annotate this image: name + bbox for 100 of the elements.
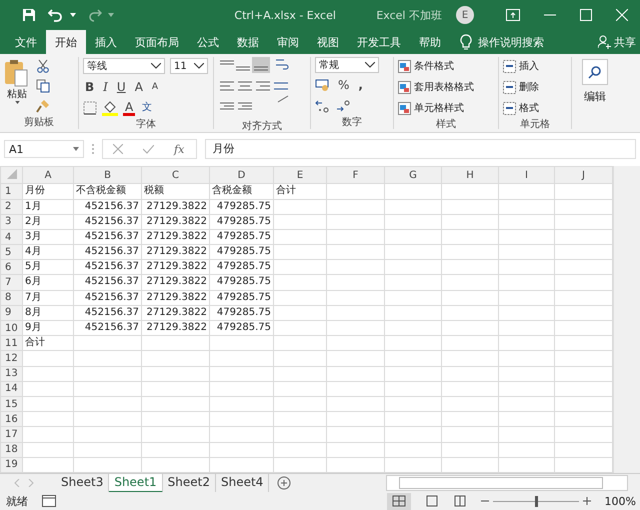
ribbon-display-icon[interactable]: [506, 9, 520, 21]
row-header[interactable]: 12: [0, 350, 22, 366]
share-button[interactable]: 共享: [598, 30, 640, 54]
fill-color-icon[interactable]: [102, 100, 118, 116]
caret-icon[interactable]: [108, 13, 114, 17]
ribbon-tab[interactable]: 视图: [308, 30, 348, 54]
ribbon-tab[interactable]: 开发工具: [348, 30, 410, 54]
user-avatar[interactable]: E: [456, 6, 474, 24]
ribbon-tab[interactable]: 文件: [6, 30, 46, 54]
maximize-icon[interactable]: [580, 9, 592, 21]
row-header[interactable]: 5: [0, 244, 22, 260]
format-painter-icon[interactable]: [36, 99, 50, 113]
styles-menu-button[interactable]: 套用表格格式: [398, 78, 494, 96]
column-header[interactable]: E: [274, 166, 326, 184]
comma-button[interactable]: ,: [356, 77, 365, 93]
save-icon[interactable]: [22, 8, 36, 22]
row-header[interactable]: 18: [0, 442, 22, 458]
ribbon-tab[interactable]: 帮助: [410, 30, 450, 54]
cells-menu-button[interactable]: 插入: [503, 57, 567, 75]
column-header[interactable]: B: [74, 166, 142, 184]
name-box[interactable]: A1: [4, 140, 84, 158]
copy-icon[interactable]: [36, 79, 50, 93]
close-icon[interactable]: [616, 9, 628, 21]
paste-button[interactable]: 粘贴: [4, 57, 30, 115]
row-header[interactable]: 14: [0, 381, 22, 396]
user-name: Excel 不加班: [376, 8, 442, 22]
table-cell: 27129.3822: [146, 306, 207, 320]
formula-field[interactable]: 月份: [205, 139, 636, 159]
ribbon-tab[interactable]: 公式: [188, 30, 228, 54]
row-header[interactable]: 10: [0, 320, 22, 336]
borders-icon[interactable]: [83, 101, 97, 115]
editing-button[interactable]: 编辑: [572, 57, 618, 106]
increase-decimal-icon[interactable]: [315, 99, 331, 113]
number-format-field[interactable]: 常规: [315, 57, 379, 73]
row-header[interactable]: 16: [0, 412, 22, 427]
insert-function-button[interactable]: fx: [174, 142, 184, 156]
ribbon-tab[interactable]: 审阅: [268, 30, 308, 54]
row-header[interactable]: 13: [0, 366, 22, 382]
row-header[interactable]: 2: [0, 199, 22, 214]
ribbon-tab[interactable]: 开始: [46, 30, 86, 54]
phonetic-button[interactable]: 文: [140, 100, 154, 116]
row-header[interactable]: 7: [0, 274, 22, 290]
zoom-slider[interactable]: [480, 497, 591, 505]
horizontal-scrollbar[interactable]: [386, 475, 628, 491]
caret-icon: [73, 147, 79, 151]
cells-menu-button[interactable]: 格式: [503, 99, 567, 117]
normal-view-icon[interactable]: [386, 492, 411, 510]
decrease-decimal-icon[interactable]: [336, 99, 352, 113]
table-cell: 479285.75: [216, 321, 271, 336]
group-label: 剪贴板: [24, 117, 54, 128]
zoom-level[interactable]: 100%: [604, 494, 636, 508]
ribbon-tab[interactable]: 页面布局: [126, 30, 188, 54]
row-header[interactable]: 15: [0, 396, 22, 412]
percent-button[interactable]: %: [336, 77, 352, 93]
column-header[interactable]: C: [142, 166, 210, 184]
cells-menu-button[interactable]: 删除: [503, 78, 567, 96]
italic-button[interactable]: I: [101, 79, 110, 95]
page-layout-icon[interactable]: [424, 495, 439, 507]
zoom-thumb[interactable]: [534, 496, 538, 506]
shrink-font-button[interactable]: A: [150, 79, 160, 95]
tell-me-search[interactable]: 操作说明搜索: [478, 30, 544, 54]
grow-font-button[interactable]: A: [132, 79, 145, 95]
redo-icon[interactable]: [88, 8, 102, 22]
scissors-icon[interactable]: [36, 59, 50, 73]
ribbon-tab[interactable]: 插入: [86, 30, 126, 54]
ribbon-tab[interactable]: 数据: [228, 30, 268, 54]
underline-button[interactable]: U: [114, 79, 128, 95]
column-header[interactable]: J: [554, 166, 612, 184]
bold-button[interactable]: B: [83, 79, 96, 95]
row-header[interactable]: 17: [0, 426, 22, 442]
column-header[interactable]: D: [210, 166, 274, 184]
check-icon[interactable]: [143, 144, 154, 154]
undo-icon[interactable]: [48, 8, 64, 22]
styles-menu-button[interactable]: 条件格式: [398, 57, 494, 75]
page-break-icon[interactable]: [452, 495, 467, 507]
styles-menu-button[interactable]: 单元格样式: [398, 99, 494, 117]
column-header[interactable]: A: [22, 166, 74, 184]
column-header[interactable]: F: [326, 166, 384, 184]
row-header[interactable]: 19: [0, 457, 22, 472]
font-size-field[interactable]: 11: [170, 58, 208, 74]
column-header[interactable]: H: [442, 166, 498, 184]
row-header[interactable]: 11: [0, 336, 22, 351]
row-header[interactable]: 3: [0, 214, 22, 230]
column-header[interactable]: G: [384, 166, 442, 184]
font-name-field[interactable]: 等线: [83, 58, 165, 74]
caret-icon[interactable]: [70, 13, 76, 17]
row-header[interactable]: 8: [0, 290, 22, 306]
sheet-tab[interactable]: Sheet1: [109, 474, 163, 492]
lightbulb-icon[interactable]: [460, 34, 472, 50]
zoom-in-icon[interactable]: [582, 497, 591, 505]
macro-record-icon[interactable]: [42, 495, 56, 507]
row-header[interactable]: 9: [0, 305, 22, 321]
row-header[interactable]: 6: [0, 260, 22, 275]
add-sheet-icon[interactable]: [277, 476, 292, 490]
row-header[interactable]: 1: [0, 184, 22, 200]
vertical-scrollbar[interactable]: [613, 166, 640, 473]
font-color-button[interactable]: A: [123, 100, 136, 116]
column-header[interactable]: I: [498, 166, 554, 184]
table-cell: 27129.3822: [146, 260, 207, 274]
row-header[interactable]: 4: [0, 229, 22, 245]
